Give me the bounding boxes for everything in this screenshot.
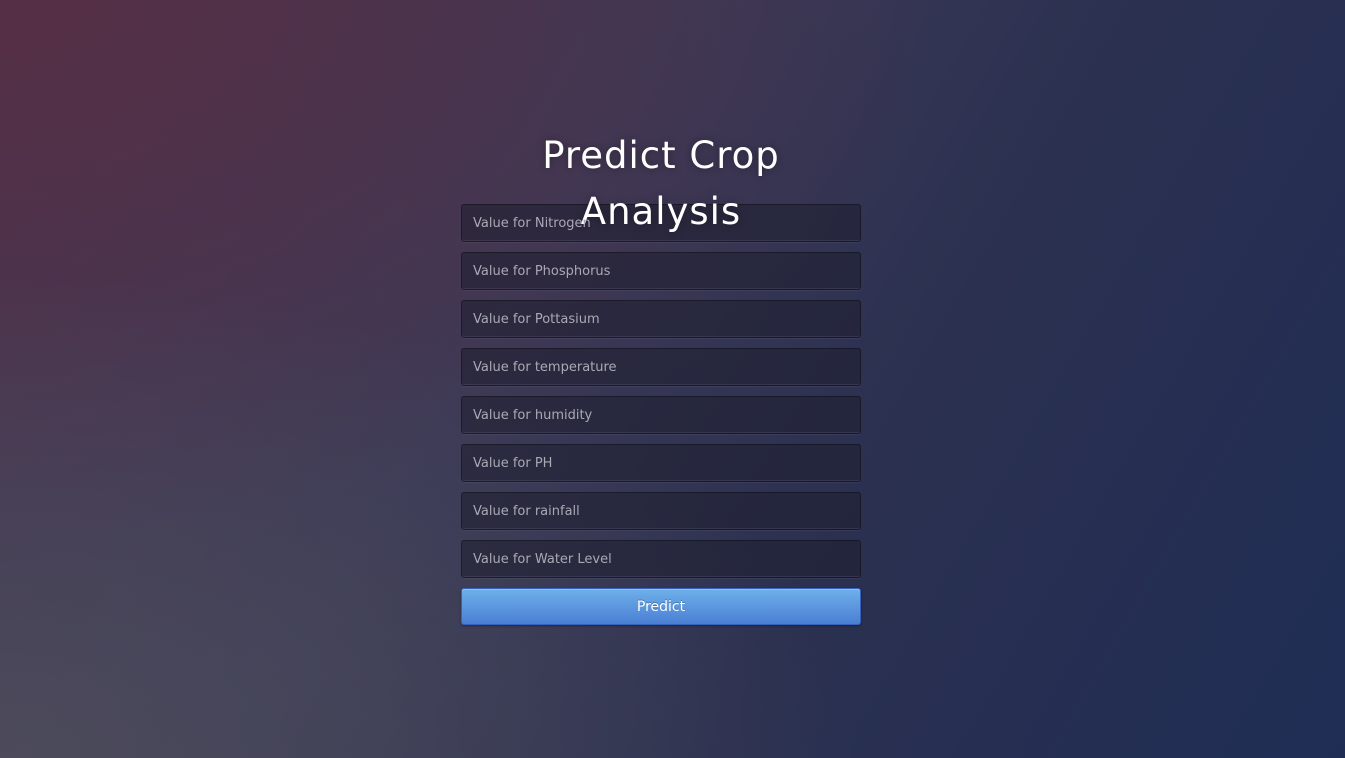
potassium-input[interactable]: [461, 300, 861, 338]
temperature-input[interactable]: [461, 348, 861, 386]
phosphorus-input[interactable]: [461, 252, 861, 290]
ph-input[interactable]: [461, 444, 861, 482]
page-title: Predict Crop Analysis: [542, 134, 780, 233]
humidity-input[interactable]: [461, 396, 861, 434]
crop-prediction-form: Predict: [461, 204, 861, 625]
predict-form-container: Predict Crop Analysis Predict: [461, 128, 861, 625]
rainfall-input[interactable]: [461, 492, 861, 530]
predict-button[interactable]: Predict: [461, 588, 861, 625]
water-level-input[interactable]: [461, 540, 861, 578]
